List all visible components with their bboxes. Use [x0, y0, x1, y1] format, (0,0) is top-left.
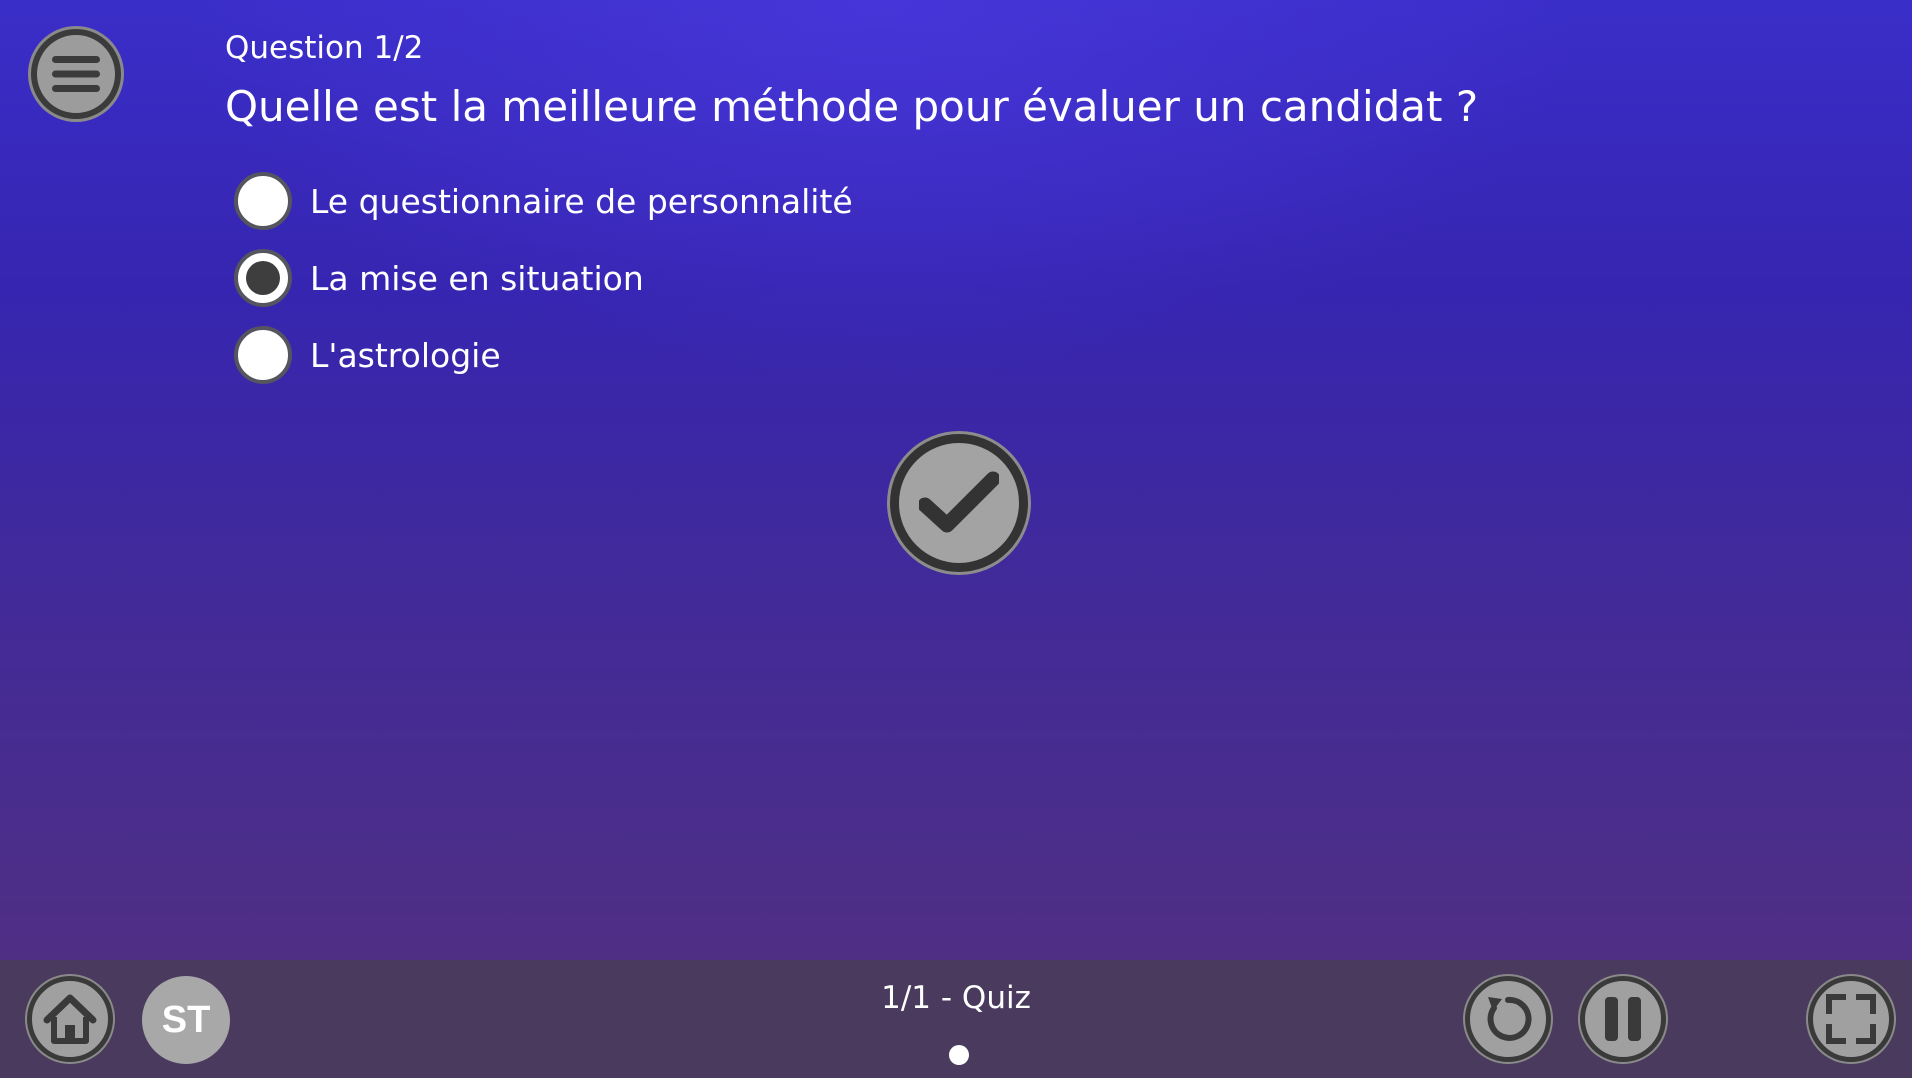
answer-option-1[interactable]: Le questionnaire de personnalité — [234, 170, 853, 232]
hamburger-menu-icon — [52, 56, 100, 92]
bottom-toolbar: ST 1/1 - Quiz — [0, 960, 1912, 1078]
fullscreen-icon — [1826, 994, 1876, 1044]
answer-option-3[interactable]: L'astrologie — [234, 324, 501, 386]
answer-option-label: L'astrologie — [310, 335, 501, 375]
answer-option-2[interactable]: La mise en situation — [234, 247, 644, 309]
question-number: Question 1/2 — [225, 30, 424, 66]
question-text: Quelle est la meilleure méthode pour éva… — [225, 82, 1479, 131]
pause-icon — [1605, 997, 1641, 1041]
pagination-dot[interactable] — [949, 1045, 969, 1065]
pause-button[interactable] — [1580, 976, 1666, 1062]
radio-button-selected[interactable] — [234, 249, 292, 307]
checkmark-icon — [919, 471, 999, 533]
submit-button[interactable] — [890, 434, 1028, 572]
radio-button[interactable] — [234, 172, 292, 230]
fullscreen-button[interactable] — [1808, 976, 1894, 1062]
answer-option-label: Le questionnaire de personnalité — [310, 181, 853, 221]
radio-selected-dot — [246, 261, 280, 295]
quiz-slide: Question 1/2 Quelle est la meilleure mét… — [0, 0, 1912, 960]
replay-button[interactable] — [1465, 976, 1551, 1062]
answer-option-label: La mise en situation — [310, 258, 644, 298]
replay-icon — [1487, 996, 1532, 1041]
menu-button[interactable] — [31, 29, 121, 119]
radio-button[interactable] — [234, 326, 292, 384]
